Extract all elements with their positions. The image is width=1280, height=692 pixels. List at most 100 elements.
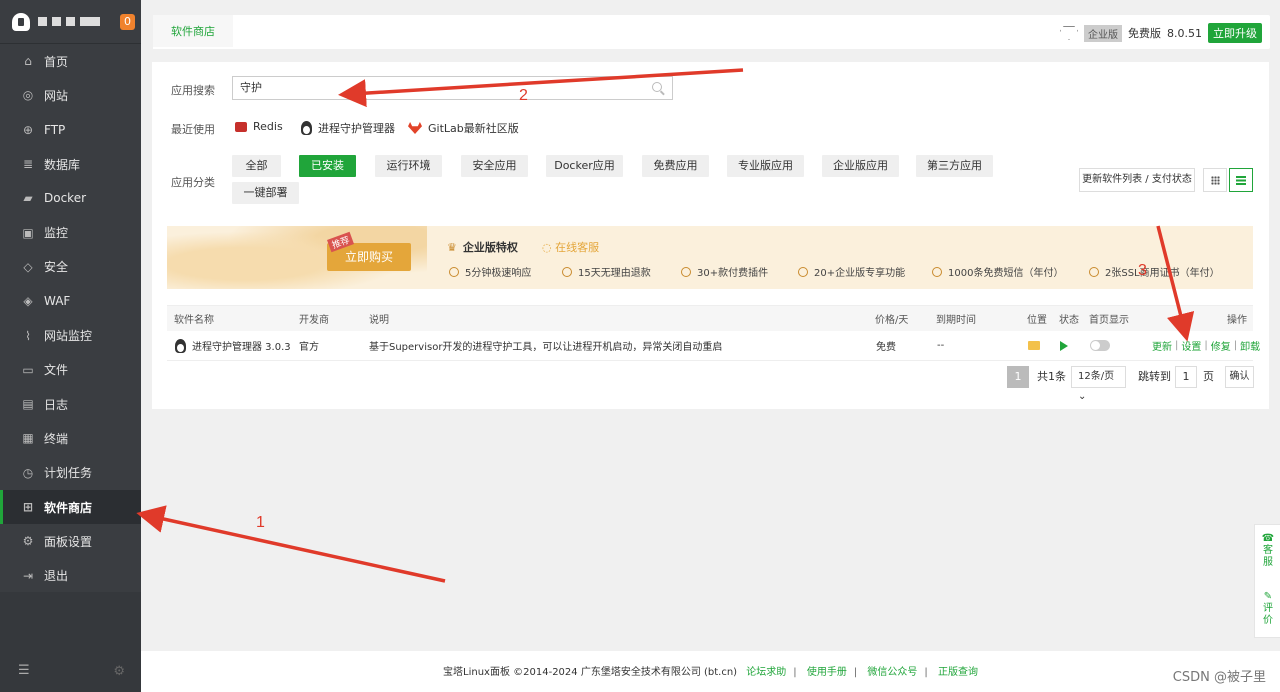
forum-link[interactable]: 论坛求助 — [746, 667, 786, 678]
table-header: 软件名称 开发商 说明 价格/天 到期时间 位置 状态 首页显示 操作 — [167, 305, 1253, 331]
review-button[interactable]: ✎ 评价 — [1255, 591, 1280, 627]
sidebar-item-monitor[interactable]: ▣ 监控 — [0, 215, 141, 249]
sidebar-item-settings[interactable]: ⚙ 面板设置 — [0, 524, 141, 558]
customer-service-button[interactable]: ☎ 客服 — [1255, 533, 1280, 569]
col-expire: 到期时间 — [936, 315, 976, 326]
open-folder-icon[interactable] — [1028, 331, 1040, 360]
collapse-sidebar-icon[interactable]: ☰ — [18, 663, 30, 678]
category-one-click[interactable]: 一键部署 — [232, 182, 299, 204]
category-all[interactable]: 全部 — [232, 155, 281, 177]
sidebar-item-cron[interactable]: ◷ 计划任务 — [0, 456, 141, 490]
service-text: 客服 — [1263, 545, 1273, 568]
sidebar-item-home[interactable]: ⌂ 首页 — [0, 44, 141, 78]
sidebar-item-label: 网站监控 — [44, 329, 93, 344]
sidebar-item-label: WAF — [44, 294, 71, 309]
csdn-watermark: CSDN @被子里 — [1172, 670, 1266, 685]
jump-confirm-button[interactable]: 确认 — [1225, 366, 1254, 388]
category-enterprise[interactable]: 企业版应用 — [822, 155, 899, 177]
sidebar-item-files[interactable]: ▭ 文件 — [0, 353, 141, 387]
expire-cell: -- — [937, 340, 945, 351]
license-check-link[interactable]: 正版查询 — [938, 667, 978, 678]
online-service-link[interactable]: ◌ 在线客服 — [542, 239, 599, 255]
sidebar-item-site-monitor[interactable]: ⌇ 网站监控 — [0, 318, 141, 352]
jump-page-input[interactable]: 1 — [1175, 366, 1197, 388]
total-count: 共1条 — [1037, 370, 1066, 383]
sidebar-item-logs[interactable]: ▤ 日志 — [0, 387, 141, 421]
sidebar: 0 ⌂ 首页 ◎ 网站 ⊕ FTP ≣ 数据库 ▰ Docker ▣ 监控 ◇ 安全 ◈ WAF… — [0, 0, 141, 692]
top-bar: 软件商店 企业版 免费版 8.0.51 立即升级 — [153, 15, 1270, 49]
ftp-icon: ⊕ — [22, 122, 34, 137]
sidebar-item-docker[interactable]: ▰ Docker — [0, 181, 141, 215]
sidebar-item-waf[interactable]: ◈ WAF — [0, 284, 141, 318]
log-icon: ▤ — [22, 397, 34, 412]
price-cell: 免费 — [876, 342, 896, 353]
uninstall-link[interactable]: 卸载 — [1240, 338, 1260, 353]
manual-link[interactable]: 使用手册 — [807, 667, 847, 678]
sidebar-item-security[interactable]: ◇ 安全 — [0, 250, 141, 284]
feature-text: 30+款付费插件 — [697, 268, 769, 279]
recent-item-redis[interactable]: Redis — [235, 120, 283, 133]
refund-icon — [562, 266, 572, 277]
linux-penguin-icon — [301, 121, 312, 135]
app-name-cell[interactable]: 进程守护管理器 3.0.3 — [175, 331, 291, 360]
category-security[interactable]: 安全应用 — [461, 155, 528, 177]
sidebar-item-app-store[interactable]: ⊞ 软件商店 — [0, 489, 141, 525]
float-support-panel: ☎ 客服 ✎ 评价 — [1254, 524, 1280, 638]
apps-icon: ⊞ — [22, 500, 34, 514]
sidebar-item-database[interactable]: ≣ 数据库 — [0, 147, 141, 181]
wechat-link[interactable]: 微信公众号 — [867, 667, 917, 678]
recent-item-process-guard[interactable]: 进程守护管理器 — [301, 120, 395, 136]
homepage-toggle[interactable] — [1090, 331, 1110, 360]
recent-item-label: 进程守护管理器 — [318, 122, 395, 135]
category-runtime[interactable]: 运行环境 — [375, 155, 442, 177]
grid-view-button[interactable] — [1203, 168, 1227, 192]
list-view-button[interactable] — [1229, 168, 1253, 192]
run-status-icon[interactable] — [1060, 331, 1068, 360]
search-value: 守护 — [240, 81, 262, 94]
developer-cell: 官方 — [299, 342, 319, 353]
category-third-party[interactable]: 第三方应用 — [916, 155, 993, 177]
page-size-select[interactable]: 12条/页 ⌄ — [1071, 366, 1126, 402]
chevron-down-icon: ⌄ — [1078, 391, 1087, 402]
theme-settings-icon[interactable]: ⚙ — [113, 664, 125, 679]
jump-label: 跳转到 — [1138, 370, 1171, 383]
tab-software-store[interactable]: 软件商店 — [153, 15, 233, 49]
col-name: 软件名称 — [174, 315, 214, 326]
enterprise-banner: 立即购买 推荐 ♛ 企业版特权 ◌ 在线客服 5分钟极速响应 15天无理由退款 3… — [167, 226, 1253, 289]
search-icon[interactable] — [652, 82, 662, 92]
category-docker[interactable]: Docker应用 — [546, 155, 623, 177]
repair-link[interactable]: 修复 — [1211, 338, 1231, 353]
update-list-button[interactable]: 更新软件列表 / 支付状态 — [1079, 168, 1195, 192]
sidebar-header: 0 — [0, 0, 141, 44]
sidebar-item-terminal[interactable]: ▦ 终端 — [0, 421, 141, 455]
category-free[interactable]: 免费应用 — [642, 155, 709, 177]
terminal-icon: ▦ — [22, 431, 34, 446]
app-name: 进程守护管理器 3.0.3 — [192, 342, 291, 353]
sidebar-item-label: 数据库 — [44, 157, 81, 172]
clock-icon: ◷ — [22, 465, 34, 480]
linux-penguin-icon — [175, 338, 186, 353]
recent-item-gitlab[interactable]: GitLab最新社区版 — [408, 120, 519, 136]
sidebar-item-label: 面板设置 — [44, 534, 93, 549]
category-pro[interactable]: 专业版应用 — [727, 155, 804, 177]
page-number[interactable]: 1 — [1007, 366, 1029, 388]
sidebar-item-label: 首页 — [44, 54, 69, 69]
online-service-text: 在线客服 — [555, 241, 600, 254]
gear-icon: ⚙ — [22, 534, 34, 549]
category-label: 应用分类 — [171, 176, 215, 189]
ssl-icon — [1089, 266, 1099, 277]
sidebar-item-logout[interactable]: ⇥ 退出 — [0, 558, 141, 592]
sidebar-item-website[interactable]: ◎ 网站 — [0, 78, 141, 112]
sidebar-item-ftp[interactable]: ⊕ FTP — [0, 113, 141, 147]
sidebar-item-label: 日志 — [44, 397, 69, 412]
upgrade-button[interactable]: 立即升级 — [1208, 23, 1262, 43]
enterprise-tag[interactable]: 企业版 — [1084, 24, 1122, 42]
notification-badge[interactable]: 0 — [120, 13, 135, 30]
diamond-icon — [1060, 26, 1078, 40]
settings-link[interactable]: 设置 — [1181, 338, 1201, 353]
category-installed[interactable]: 已安装 — [299, 155, 356, 177]
page-size-value: 12条/页 — [1078, 371, 1115, 382]
description-cell: 基于Supervisor开发的进程守护工具，可以让进程开机启动，异常关闭自动重启 — [369, 342, 723, 353]
update-link[interactable]: 更新 — [1152, 338, 1172, 353]
app-search-input[interactable]: 守护 — [232, 76, 673, 100]
